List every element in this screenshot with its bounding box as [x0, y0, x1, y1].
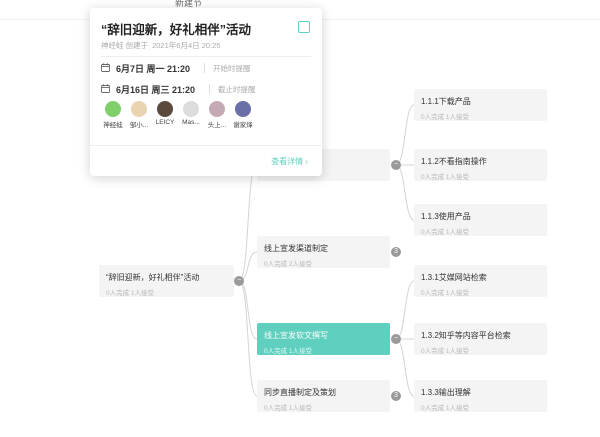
creator-name: 神经蛙: [101, 41, 124, 50]
link-b3-leaf4: [395, 280, 415, 340]
avatar: [105, 101, 121, 117]
leaf-node-title: 1.3.2知乎等内容平台检索: [421, 331, 511, 340]
participant[interactable]: 神经蛙: [102, 101, 124, 129]
popup-divider: [101, 56, 311, 57]
complete-checkbox[interactable]: [298, 21, 310, 33]
branch-node-title: 同步直播制定及策划: [264, 388, 336, 397]
leaf-node-4[interactable]: 1.3.1艾媒网站检索 0人完成 1人接受: [414, 265, 547, 297]
participant[interactable]: LEICY: [154, 101, 176, 126]
root-node-stats: 0人完成 1人接受: [106, 290, 155, 297]
branch-2-count-badge[interactable]: 3: [391, 247, 401, 257]
start-date-row[interactable]: 6月7日 周一 21:20 开始时提醒: [101, 61, 311, 75]
branch-node-3[interactable]: 线上宣发软文撰写 0人完成 1人接受: [257, 323, 390, 355]
end-date: 6月16日 周三 21:20: [116, 85, 196, 95]
participant-name: 谢家烽: [233, 122, 253, 129]
participant-name: 头上...: [207, 122, 227, 129]
end-date-row[interactable]: 6月16日 周三 21:20 截止时提醒: [101, 82, 311, 96]
root-node-title: “辞旧迎新，好礼相伴”活动: [106, 273, 200, 282]
branch-node-title: 线上宣发渠道制定: [264, 244, 328, 253]
participant[interactable]: 谢家烽: [232, 101, 254, 129]
separator: [204, 63, 205, 73]
start-date: 6月7日 周一 21:20: [116, 64, 191, 74]
branch-node-4[interactable]: 同步直播制定及策划 0人完成 1人接受: [257, 380, 390, 412]
leaf-node-1[interactable]: 1.1.1下载产品 0人完成 1人接受: [414, 89, 547, 121]
root-collapse-toggle[interactable]: −: [234, 276, 244, 286]
leaf-node-stats: 0人完成 1人接受: [421, 405, 470, 412]
participant[interactable]: 邹小...: [128, 101, 150, 129]
branch-4-count-badge[interactable]: 3: [391, 391, 401, 401]
branch-node-stats: 0人完成 1人接受: [264, 348, 313, 355]
end-reminder-label: 截止时提醒: [218, 85, 256, 94]
popup-footer-divider: [90, 145, 322, 146]
avatar: [131, 101, 147, 117]
link-b1-leaf1: [395, 104, 415, 166]
start-reminder-label: 开始时提醒: [213, 64, 251, 73]
participant[interactable]: 头上...: [206, 101, 228, 129]
branch-1-collapse-toggle[interactable]: −: [391, 160, 401, 170]
link-b1-leaf3: [395, 164, 415, 221]
branch-node-stats: 0人完成 2人接受: [264, 261, 313, 268]
participant-name: 邹小...: [129, 122, 149, 129]
link-root-branch4: [238, 280, 258, 397]
leaf-node-6[interactable]: 1.3.3输出理解 0人完成 1人接受: [414, 380, 547, 412]
calendar-icon: [101, 63, 110, 72]
popup-meta: 神经蛙 创建于 2021年6月4日 20:25: [101, 40, 220, 51]
leaf-node-title: 1.3.3输出理解: [421, 388, 471, 397]
leaf-node-title: 1.1.2不看指南操作: [421, 157, 487, 166]
calendar-icon: [101, 84, 110, 93]
participant-name: Mas...: [182, 119, 200, 126]
created-label: 创建于: [125, 41, 149, 50]
leaf-node-stats: 0人完成 1人接受: [421, 229, 470, 236]
link-root-branch3: [238, 280, 258, 340]
avatar: [157, 101, 173, 117]
separator: [209, 84, 210, 94]
link-b3-leaf6: [395, 338, 415, 397]
avatar: [235, 101, 251, 117]
leaf-node-stats: 0人完成 1人接受: [421, 348, 470, 355]
leaf-node-stats: 0人完成 1人接受: [421, 290, 470, 297]
participant[interactable]: Mas...: [180, 101, 202, 126]
link-root-branch1: [238, 164, 258, 282]
leaf-node-stats: 0人完成 1人接受: [421, 114, 470, 121]
branch-node-stats: 0人完成 1人接受: [264, 405, 313, 412]
view-details-link[interactable]: 查看详情 ›: [271, 156, 308, 167]
avatar: [209, 101, 225, 117]
branch-node-2[interactable]: 线上宣发渠道制定 0人完成 2人接受: [257, 236, 390, 268]
branch-node-title: 线上宣发软文撰写: [264, 331, 328, 340]
participant-name: LEICY: [155, 119, 175, 126]
task-detail-popup: “辞旧迎新，好礼相伴”活动 神经蛙 创建于 2021年6月4日 20:25 6月7…: [90, 8, 322, 176]
popup-title: “辞旧迎新，好礼相伴”活动: [101, 23, 252, 37]
created-time: 2021年6月4日 20:25: [152, 41, 221, 50]
leaf-node-title: 1.3.1艾媒网站检索: [421, 273, 487, 282]
leaf-node-5[interactable]: 1.3.2知乎等内容平台检索 0人完成 1人接受: [414, 323, 547, 355]
participant-name: 神经蛙: [103, 122, 123, 129]
branch-3-collapse-toggle[interactable]: −: [391, 334, 401, 344]
avatar: [183, 101, 199, 117]
leaf-node-title: 1.1.3使用产品: [421, 212, 471, 221]
leaf-node-2[interactable]: 1.1.2不看指南操作 0人完成 1人接受: [414, 149, 547, 181]
leaf-node-title: 1.1.1下载产品: [421, 97, 471, 106]
leaf-node-3[interactable]: 1.1.3使用产品 0人完成 1人接受: [414, 204, 547, 236]
leaf-node-stats: 0人完成 1人接受: [421, 174, 470, 181]
root-node[interactable]: “辞旧迎新，好礼相伴”活动 0人完成 1人接受: [99, 265, 234, 297]
